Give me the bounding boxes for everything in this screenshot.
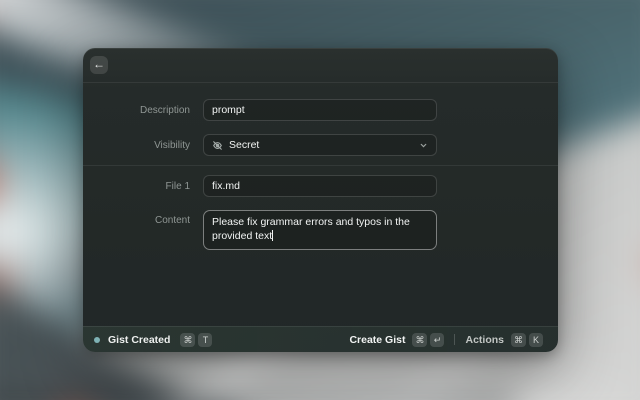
actions-menu-button[interactable]: Actions ⌘ K [461,331,547,349]
description-input[interactable]: prompt [203,99,437,121]
visibility-dropdown[interactable]: Secret [203,134,437,156]
actions-label: Actions [465,334,504,346]
toast-gist-created: Gist Created ⌘ T [94,333,212,347]
status-bar-divider [454,334,455,345]
toast-message: Gist Created [108,334,170,346]
command-key-badge: ⌘ [180,333,195,347]
description-row: Description prompt [83,99,558,121]
content-label: Content [83,210,190,226]
chevron-down-icon [419,141,428,150]
file-label: File 1 [83,181,190,192]
back-button[interactable]: ← [90,56,108,74]
description-value: prompt [212,104,245,116]
create-gist-window: ← Description prompt Visibility Secret [83,48,558,352]
visibility-label: Visibility [83,140,190,151]
visibility-value: Secret [229,139,259,151]
form-section-divider [83,165,558,166]
status-dot-icon [94,337,100,343]
content-value: Please fix grammar errors and typos in t… [212,216,410,242]
k-key-badge: K [529,333,543,347]
gist-form: Description prompt Visibility Secret [83,83,558,326]
content-row: Content Please fix grammar errors and ty… [83,210,558,250]
file-row: File 1 fix.md [83,175,558,197]
return-key-badge: ↵ [430,333,444,347]
back-arrow-icon: ← [93,57,105,71]
eye-off-icon [212,140,223,151]
command-key-badge: ⌘ [511,333,526,347]
window-header: ← [83,48,558,83]
description-label: Description [83,105,190,116]
visibility-row: Visibility Secret [83,134,558,156]
status-bar: Gist Created ⌘ T Create Gist ⌘ ↵ Actions… [83,326,558,352]
t-key-badge: T [198,333,212,347]
filename-input[interactable]: fix.md [203,175,437,197]
create-gist-label: Create Gist [349,334,405,346]
filename-value: fix.md [212,180,240,192]
command-key-badge: ⌘ [412,333,427,347]
text-cursor [272,230,273,241]
create-gist-button[interactable]: Create Gist ⌘ ↵ [345,331,448,349]
content-textarea[interactable]: Please fix grammar errors and typos in t… [203,210,437,250]
